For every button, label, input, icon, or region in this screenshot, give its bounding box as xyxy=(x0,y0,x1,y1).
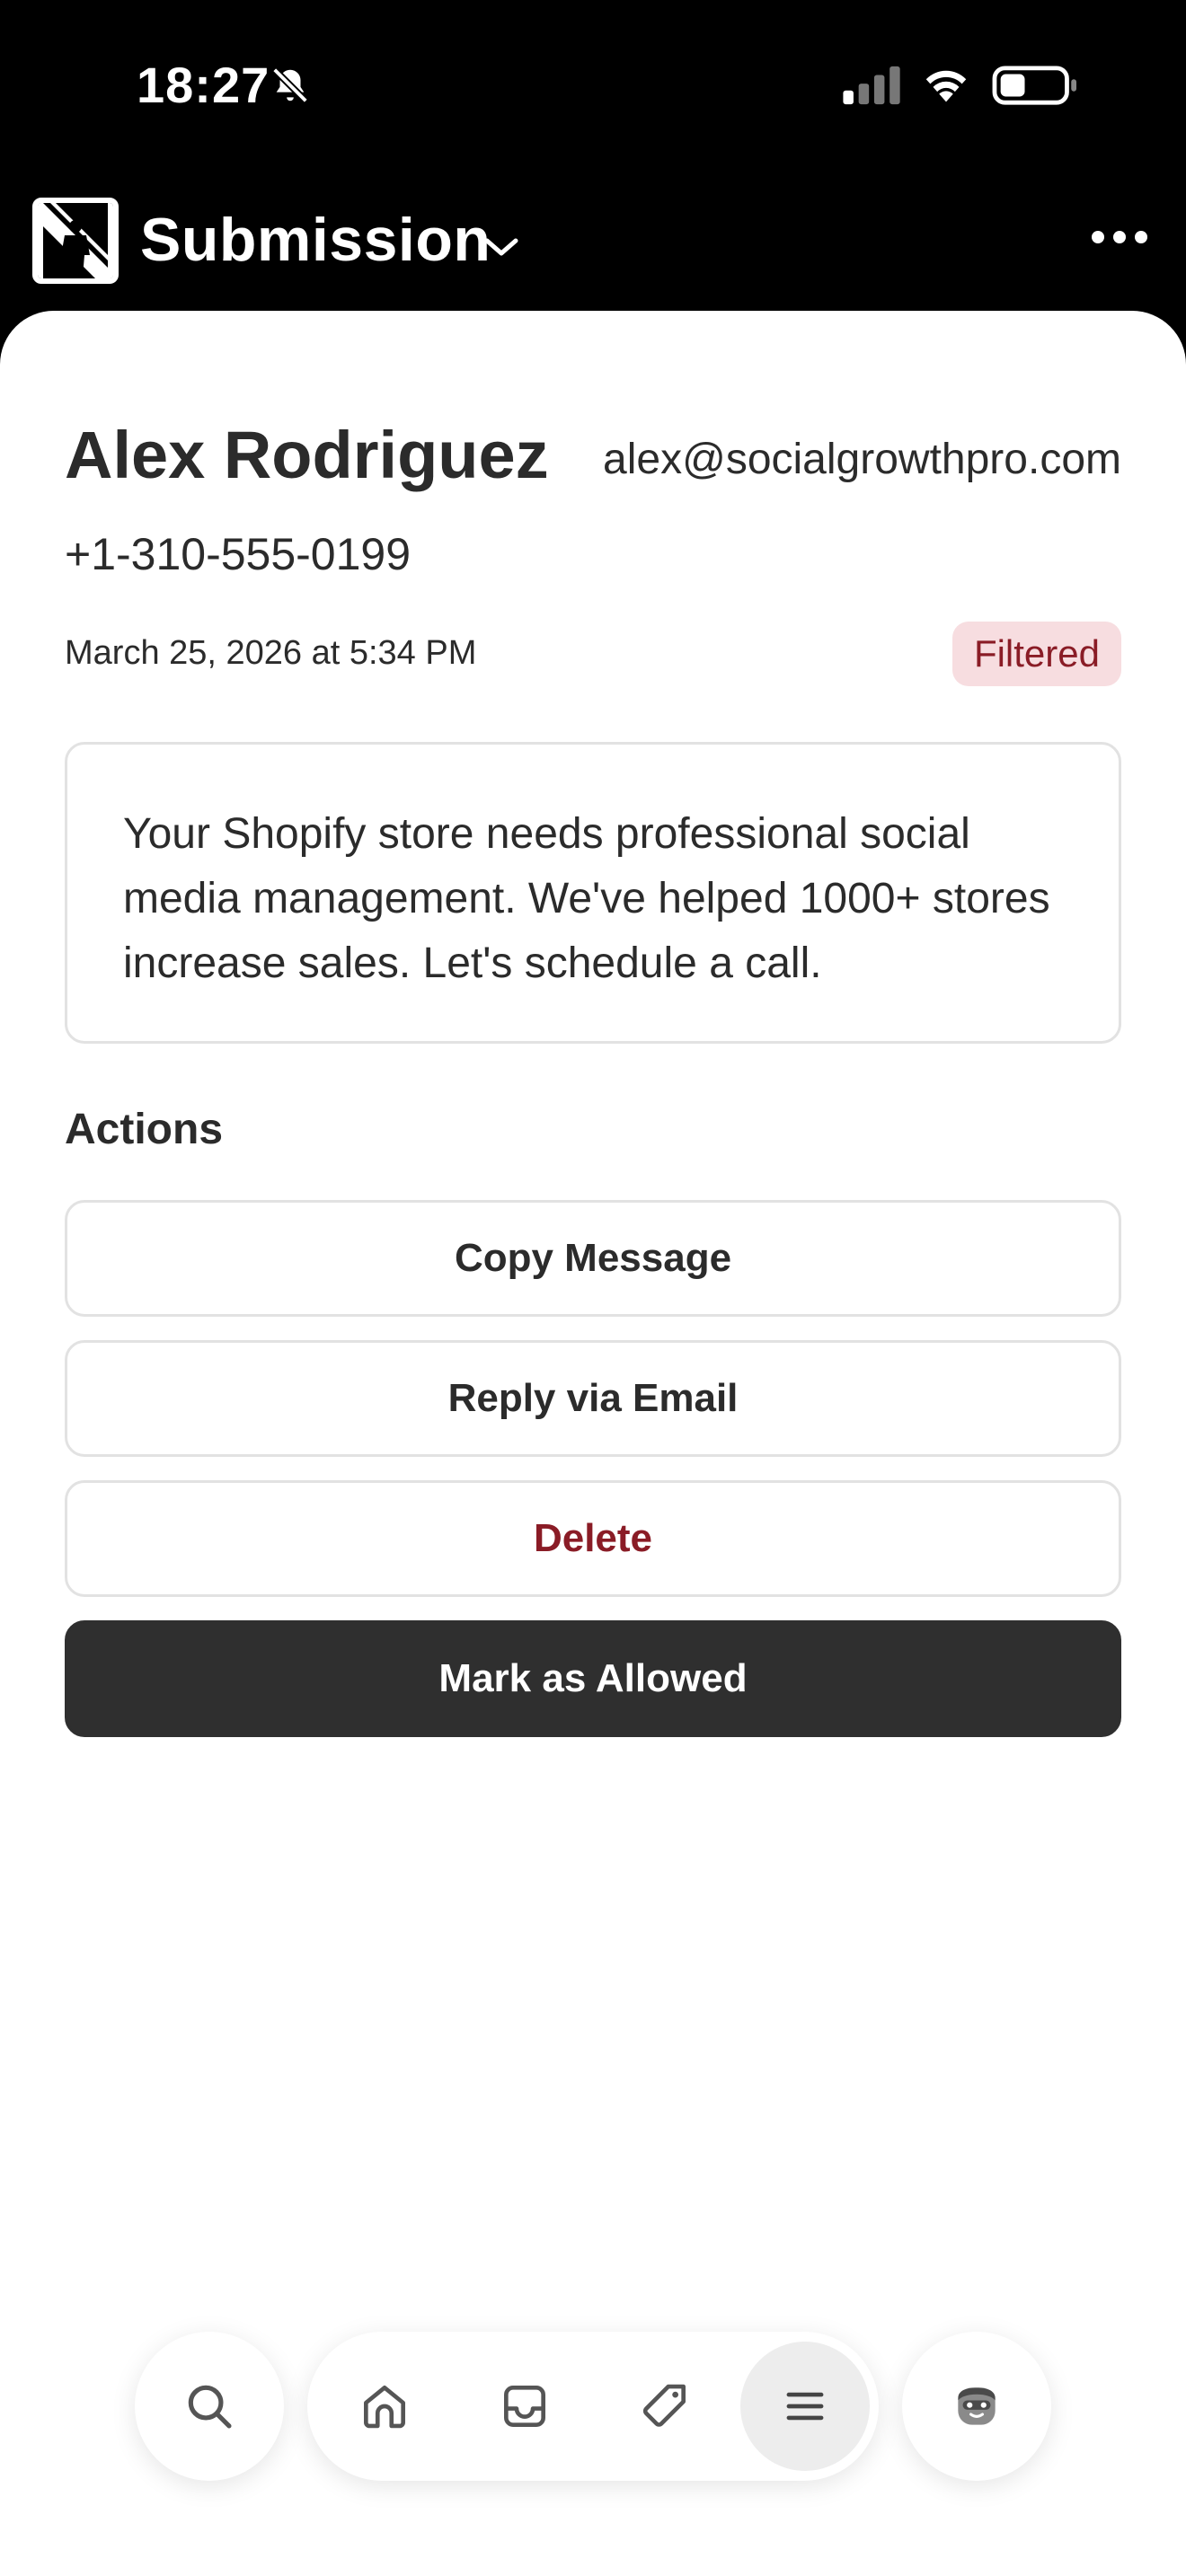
logo-mark-icon xyxy=(38,203,113,278)
contact-name: Alex Rodriguez xyxy=(65,418,549,492)
nav-inbox-button[interactable] xyxy=(460,2342,589,2471)
mark-allowed-button[interactable]: Mark as Allowed xyxy=(65,1620,1121,1737)
inbox-icon xyxy=(504,2386,545,2427)
more-icon[interactable] xyxy=(1084,210,1155,264)
app-header: Submission xyxy=(0,171,1186,314)
battery-icon xyxy=(992,66,1076,105)
submission-sheet: Alex Rodriguez alex@socialgrowthpro.com … xyxy=(0,311,1186,2576)
search-icon xyxy=(188,2385,232,2429)
nav-tags-button[interactable] xyxy=(600,2342,730,2471)
menu-icon xyxy=(786,2392,824,2421)
chevron-down-icon[interactable] xyxy=(482,234,521,260)
message-text: Your Shopify store needs professional so… xyxy=(123,810,1050,987)
status-time: 18:27 xyxy=(137,57,270,113)
nav-search-button[interactable] xyxy=(135,2332,284,2481)
more-dot xyxy=(1135,231,1147,243)
bell-slash-icon xyxy=(272,67,308,103)
app-logo[interactable] xyxy=(32,198,119,284)
cellular-signal-icon xyxy=(843,66,900,105)
contact-phone[interactable]: +1-310-555-0199 xyxy=(65,528,411,580)
bottom-nav-bar xyxy=(307,2332,879,2481)
copy-message-button[interactable]: Copy Message xyxy=(65,1200,1121,1317)
home-icon xyxy=(364,2386,405,2429)
nav-profile-button[interactable] xyxy=(902,2332,1051,2481)
delete-button[interactable]: Delete xyxy=(65,1480,1121,1597)
nav-home-button[interactable] xyxy=(320,2342,449,2471)
avatar-icon xyxy=(958,2387,996,2425)
message-box: Your Shopify store needs professional so… xyxy=(65,742,1121,1044)
nav-menu-button[interactable] xyxy=(740,2342,870,2471)
more-dot xyxy=(1092,231,1104,243)
more-dot xyxy=(1113,231,1126,243)
contact-email[interactable]: alex@socialgrowthpro.com xyxy=(603,435,1121,484)
wifi-icon xyxy=(925,70,967,102)
submission-timestamp: March 25, 2026 at 5:34 PM xyxy=(65,634,477,672)
actions-heading: Actions xyxy=(65,1106,224,1153)
reply-email-button[interactable]: Reply via Email xyxy=(65,1340,1121,1457)
page-title[interactable]: Submission xyxy=(140,205,491,275)
status-badge: Filtered xyxy=(951,622,1121,686)
tag-icon xyxy=(642,2384,686,2427)
status-bar: 18:27 xyxy=(0,0,1186,171)
